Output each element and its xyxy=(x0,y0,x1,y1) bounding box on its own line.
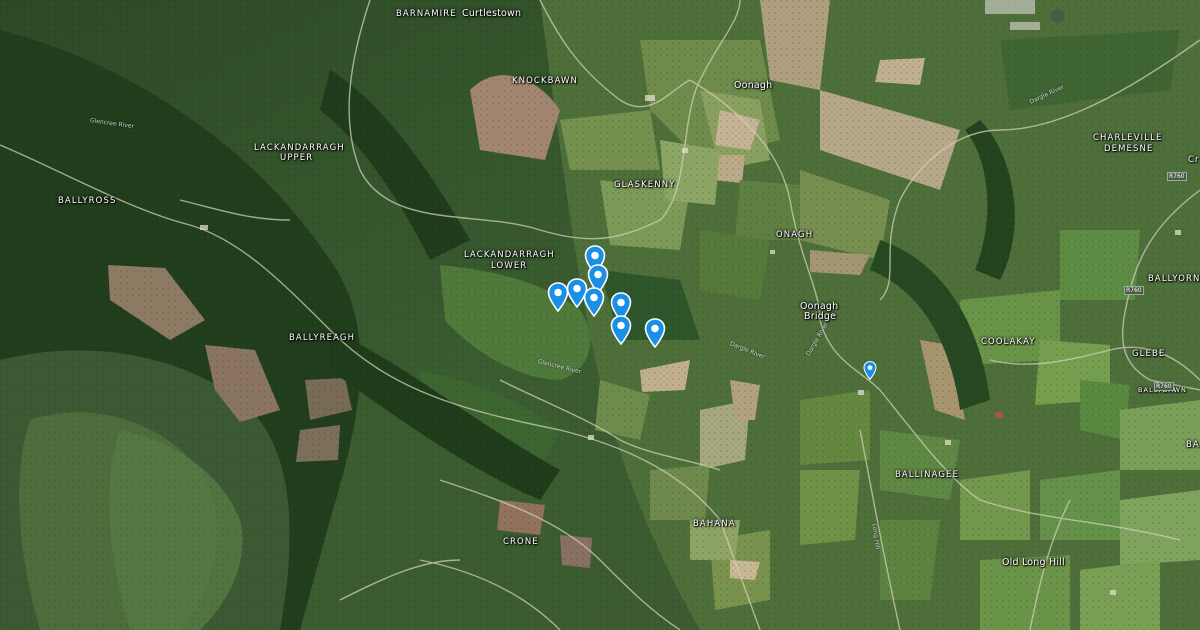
place-label-ballinagee: BALLINAGEE xyxy=(895,470,959,480)
place-label-lackandarragh-upper: LACKANDARRAGH xyxy=(254,143,345,153)
place-label-lackandarragh-lower: LACKANDARRAGH xyxy=(464,250,555,260)
place-label-oonagh: Oonagh xyxy=(734,80,773,91)
place-label-lackandarragh-lower-2: LOWER xyxy=(491,261,528,271)
place-label-coolakay: COOLAKAY xyxy=(981,337,1036,347)
place-label-curtlestown: Curtlestown xyxy=(462,8,522,19)
place-label-lackandarragh-upper-2: UPPER xyxy=(280,153,314,163)
place-label-glebe: GLEBE xyxy=(1132,349,1166,359)
place-label-cr-edge: Cr xyxy=(1188,155,1200,165)
location-pin-icon[interactable] xyxy=(583,287,605,317)
place-label-crone: CRONE xyxy=(503,537,539,547)
location-pin-icon[interactable] xyxy=(610,315,632,345)
place-label-ballyorney: BALLYORNE xyxy=(1148,274,1200,284)
place-label-ballyross: BALLYROSS xyxy=(58,196,117,206)
road-shield-r760-b: R760 xyxy=(1124,286,1144,295)
place-label-ballyreagh: BALLYREAGH xyxy=(289,333,356,343)
place-label-barnamire: BARNAMIRE xyxy=(396,9,457,19)
place-label-bahana: BAHANA xyxy=(693,519,736,529)
road-shield-r760-a: R760 xyxy=(1167,172,1187,181)
place-label-ba-edge: BA xyxy=(1186,440,1200,450)
place-label-charleville: CHARLEVILLE xyxy=(1093,133,1163,143)
place-label-knockbawn: KNOCKBAWN xyxy=(512,76,578,86)
location-pin-icon[interactable] xyxy=(644,318,666,348)
place-label-onagh: ONAGH xyxy=(776,230,814,240)
place-label-oonagh-bridge-2: Bridge xyxy=(804,311,837,322)
location-pin-icon[interactable] xyxy=(547,282,569,312)
location-pin-icon[interactable] xyxy=(863,361,877,380)
place-label-old-long-hill: Old Long Hill xyxy=(1002,557,1065,568)
satellite-map[interactable]: BARNAMIRE KNOCKBAWN LACKANDARRAGH UPPER … xyxy=(0,0,1200,630)
road-shield-r760-c: R760 xyxy=(1154,382,1174,391)
place-label-glaskenny: GLASKENNY xyxy=(614,180,676,190)
place-label-charleville-demesne: DEMESNE xyxy=(1104,144,1154,154)
